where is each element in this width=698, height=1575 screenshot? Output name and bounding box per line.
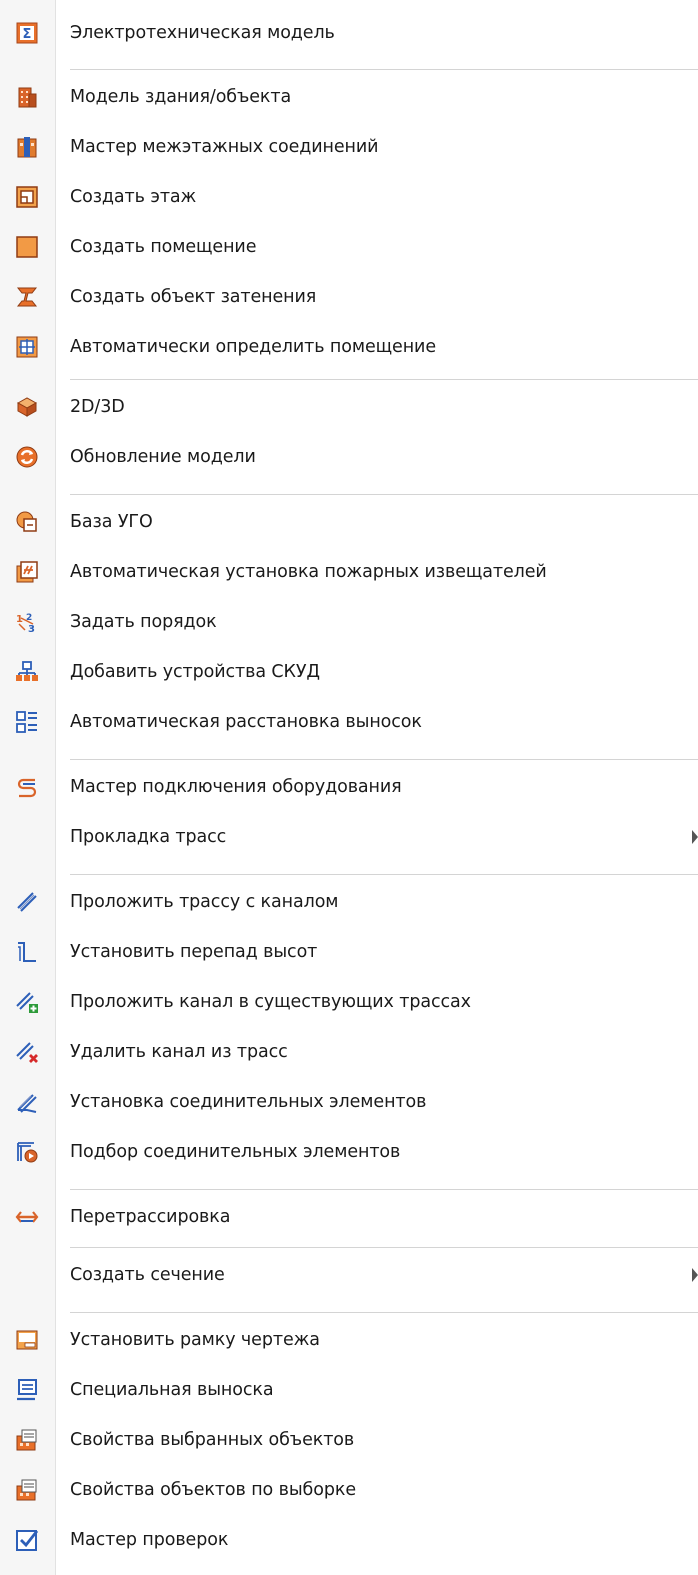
create-floor-icon: [15, 185, 39, 209]
menu-item-label: Электротехническая модель: [70, 23, 335, 43]
menu-separator: [70, 1312, 698, 1313]
menu-item-electrical-model[interactable]: Σ Электротехническая модель: [0, 13, 698, 53]
menu-item-label: Проложить трассу с каналом: [70, 892, 339, 912]
menu-item-label: Свойства выбранных объектов: [70, 1430, 355, 1450]
menu-item-reroute[interactable]: Перетрассировка: [0, 1197, 698, 1237]
reroute-icon: [15, 1205, 39, 1229]
menu-separator: [70, 1189, 698, 1190]
submenu-arrow-icon: [692, 1268, 698, 1282]
menu-item-label: Мастер межэтажных соединений: [70, 137, 379, 157]
menu-item-label: Удалить канал из трасс: [70, 1042, 288, 1062]
route-with-channel-icon: [15, 890, 39, 914]
menu-item-selected-properties[interactable]: Свойства выбранных объектов: [0, 1420, 698, 1460]
menu-item-create-floor[interactable]: Создать этаж: [0, 177, 698, 217]
menu-item-label: Автоматически определить помещение: [70, 337, 436, 357]
check-wizard-icon: [15, 1528, 39, 1552]
menu-item-label: Специальная выноска: [70, 1380, 274, 1400]
menu-item-label: Проложить канал в существующих трассах: [70, 992, 471, 1012]
menu-separator: [70, 69, 698, 70]
menu-item-label: Модель здания/объекта: [70, 87, 292, 107]
menu-item-label: Установить рамку чертежа: [70, 1330, 320, 1350]
menu-item-selection-properties[interactable]: Свойства объектов по выборке: [0, 1470, 698, 1510]
menu-separator: [70, 759, 698, 760]
menu-separator: [70, 1247, 698, 1248]
menu-item-label: 2D/3D: [70, 397, 125, 417]
menu-item-label: Установка соединительных элементов: [70, 1092, 427, 1112]
menu-item-label: Автоматическая установка пожарных извеща…: [70, 562, 547, 582]
selection-properties-icon: [15, 1478, 39, 1502]
menu-separator: [70, 494, 698, 495]
drawing-frame-icon: [15, 1328, 39, 1352]
menu-item-drawing-frame[interactable]: Установить рамку чертежа: [0, 1320, 698, 1360]
menu-item-connecting-elements[interactable]: Установка соединительных элементов: [0, 1082, 698, 1122]
menu-item-check-wizard[interactable]: Мастер проверок: [0, 1520, 698, 1560]
symbol-database-icon: [15, 510, 39, 534]
equipment-connection-icon: [15, 775, 39, 799]
connecting-elements-icon: [15, 1090, 39, 1114]
set-order-icon: 123: [15, 610, 39, 634]
2d-3d-icon: [15, 395, 39, 419]
menu-item-special-callout[interactable]: Специальная выноска: [0, 1370, 698, 1410]
menu-item-label: Задать порядок: [70, 612, 217, 632]
menu-item-label: Добавить устройства СКУД: [70, 662, 321, 682]
menu-item-label: Создать сечение: [70, 1265, 225, 1285]
menu-item-route-with-channel[interactable]: Проложить трассу с каналом: [0, 882, 698, 922]
context-menu: Σ Электротехническая модель Модель здани…: [0, 0, 698, 1575]
menu-item-label: Подбор соединительных элементов: [70, 1142, 401, 1162]
menu-separator: [70, 379, 698, 380]
selected-properties-icon: [15, 1428, 39, 1452]
menu-item-label: Мастер проверок: [70, 1530, 229, 1550]
menu-item-set-order[interactable]: 123 Задать порядок: [0, 602, 698, 642]
menu-item-refresh-model[interactable]: Обновление модели: [0, 437, 698, 477]
menu-item-label: Создать объект затенения: [70, 287, 317, 307]
menu-item-route-laying[interactable]: Прокладка трасс: [0, 817, 698, 857]
fire-detectors-icon: [15, 560, 39, 584]
svg-text:1: 1: [16, 614, 23, 625]
menu-item-building-model[interactable]: Модель здания/объекта: [0, 77, 698, 117]
menu-item-interfloor-connections[interactable]: Мастер межэтажных соединений: [0, 127, 698, 167]
menu-item-remove-channel[interactable]: Удалить канал из трасс: [0, 1032, 698, 1072]
menu-item-create-room[interactable]: Создать помещение: [0, 227, 698, 267]
menu-item-shading-object[interactable]: Создать объект затенения: [0, 277, 698, 317]
select-connecting-elements-icon: [15, 1140, 39, 1164]
menu-item-height-difference[interactable]: Установить перепад высот: [0, 932, 698, 972]
remove-channel-icon: [15, 1040, 39, 1064]
menu-item-auto-detect-room[interactable]: Автоматически определить помещение: [0, 327, 698, 367]
electrical-model-icon: Σ: [15, 21, 39, 45]
special-callout-icon: [15, 1378, 39, 1402]
menu-item-label: Создать этаж: [70, 187, 197, 207]
create-room-icon: [15, 235, 39, 259]
menu-item-create-section[interactable]: Создать сечение: [0, 1255, 698, 1295]
refresh-model-icon: [15, 445, 39, 469]
menu-item-symbol-database[interactable]: База УГО: [0, 502, 698, 542]
menu-item-equipment-connection[interactable]: Мастер подключения оборудования: [0, 767, 698, 807]
shading-object-icon: [15, 285, 39, 309]
menu-item-label: Прокладка трасс: [70, 827, 227, 847]
menu-item-label: Создать помещение: [70, 237, 257, 257]
menu-item-label: Обновление модели: [70, 447, 256, 467]
interfloor-connections-icon: [15, 135, 39, 159]
menu-item-auto-callouts[interactable]: Автоматическая расстановка выносок: [0, 702, 698, 742]
menu-item-access-control-devices[interactable]: Добавить устройства СКУД: [0, 652, 698, 692]
auto-detect-room-icon: [15, 335, 39, 359]
building-model-icon: [15, 85, 39, 109]
access-control-devices-icon: [15, 660, 39, 684]
submenu-arrow-icon: [692, 830, 698, 844]
menu-item-label: Свойства объектов по выборке: [70, 1480, 356, 1500]
auto-callouts-icon: [15, 710, 39, 734]
menu-item-label: Мастер подключения оборудования: [70, 777, 402, 797]
menu-item-label: Перетрассировка: [70, 1207, 231, 1227]
menu-item-fire-detectors[interactable]: Автоматическая установка пожарных извеща…: [0, 552, 698, 592]
menu-item-label: Автоматическая расстановка выносок: [70, 712, 422, 732]
menu-item-2d-3d[interactable]: 2D/3D: [0, 387, 698, 427]
add-channel-icon: [15, 990, 39, 1014]
svg-text:3: 3: [28, 624, 35, 634]
menu-item-select-connecting-elements[interactable]: Подбор соединительных элементов: [0, 1132, 698, 1172]
menu-item-label: Установить перепад высот: [70, 942, 318, 962]
svg-text:Σ: Σ: [23, 27, 32, 42]
height-difference-icon: [15, 940, 39, 964]
menu-item-label: База УГО: [70, 512, 153, 532]
menu-item-add-channel[interactable]: Проложить канал в существующих трассах: [0, 982, 698, 1022]
menu-separator: [70, 874, 698, 875]
